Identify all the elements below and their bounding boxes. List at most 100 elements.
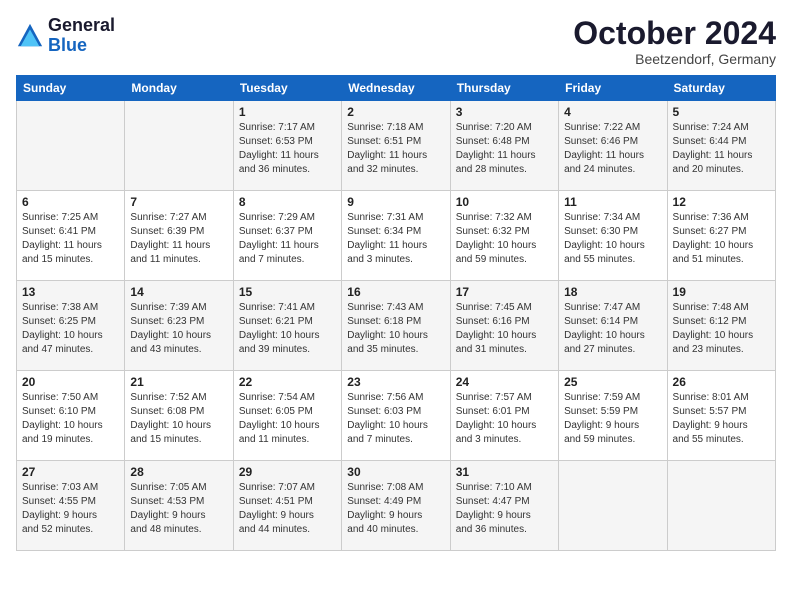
day-info: Sunrise: 7:07 AM Sunset: 4:51 PM Dayligh… [239, 481, 336, 537]
day-number: 31 [456, 465, 553, 479]
calendar-cell: 20 Sunrise: 7:50 AM Sunset: 6:10 PM Dayli… [17, 371, 125, 461]
calendar-header-row: SundayMondayTuesdayWednesdayThursdayFrid… [17, 76, 776, 101]
calendar-cell: 15Sunrise: 7:41 AM Sunset: 6:21 PM Dayli… [233, 281, 341, 371]
day-number: 27 [22, 465, 119, 479]
day-number: 9 [347, 195, 444, 209]
day-number: 13 [22, 285, 119, 299]
calendar-cell: 5 Sunrise: 7:24 AM Sunset: 6:44 PM Daylig… [667, 101, 775, 191]
day-info: Sunrise: 7:08 AM Sunset: 4:49 PM Dayligh… [347, 481, 444, 537]
calendar-cell: 8 Sunrise: 7:29 AM Sunset: 6:37 PM Daylig… [233, 191, 341, 281]
day-info: Sunrise: 7:34 AM Sunset: 6:30 PM Dayligh… [564, 211, 661, 267]
calendar-cell: 19 Sunrise: 7:48 AM Sunset: 6:12 PM Dayli… [667, 281, 775, 371]
day-number: 2 [347, 105, 444, 119]
day-number: 30 [347, 465, 444, 479]
day-info: Sunrise: 7:50 AM Sunset: 6:10 PM Dayligh… [22, 391, 119, 447]
calendar-cell: 11 Sunrise: 7:34 AM Sunset: 6:30 PM Dayli… [559, 191, 667, 281]
calendar-week-row: 20 Sunrise: 7:50 AM Sunset: 6:10 PM Dayli… [17, 371, 776, 461]
day-info: Sunrise: 7:43 AM Sunset: 6:18 PM Dayligh… [347, 301, 444, 357]
day-number: 10 [456, 195, 553, 209]
logo: General Blue [16, 16, 115, 56]
day-number: 26 [673, 375, 770, 389]
calendar-cell: 2 Sunrise: 7:18 AM Sunset: 6:51 PM Daylig… [342, 101, 450, 191]
day-number: 19 [673, 285, 770, 299]
day-info: Sunrise: 7:22 AM Sunset: 6:46 PM Dayligh… [564, 121, 661, 177]
day-number: 29 [239, 465, 336, 479]
calendar-cell: 26 Sunrise: 8:01 AM Sunset: 5:57 PM Dayli… [667, 371, 775, 461]
day-info: Sunrise: 7:47 AM Sunset: 6:14 PM Dayligh… [564, 301, 661, 357]
day-header-monday: Monday [125, 76, 233, 101]
calendar-cell: 9 Sunrise: 7:31 AM Sunset: 6:34 PM Daylig… [342, 191, 450, 281]
day-number: 18 [564, 285, 661, 299]
logo-icon [16, 22, 44, 50]
calendar-cell: 22Sunrise: 7:54 AM Sunset: 6:05 PM Dayli… [233, 371, 341, 461]
logo-text-line1: General [48, 16, 115, 36]
day-info: Sunrise: 7:17 AM Sunset: 6:53 PM Dayligh… [239, 121, 336, 177]
day-info: Sunrise: 7:18 AM Sunset: 6:51 PM Dayligh… [347, 121, 444, 177]
calendar-cell: 13 Sunrise: 7:38 AM Sunset: 6:25 PM Dayli… [17, 281, 125, 371]
day-number: 17 [456, 285, 553, 299]
day-number: 24 [456, 375, 553, 389]
day-number: 8 [239, 195, 336, 209]
calendar-cell: 7 Sunrise: 7:27 AM Sunset: 6:39 PM Daylig… [125, 191, 233, 281]
day-header-wednesday: Wednesday [342, 76, 450, 101]
calendar-cell: 14 Sunrise: 7:39 AM Sunset: 6:23 PM Dayli… [125, 281, 233, 371]
calendar-cell [17, 101, 125, 191]
calendar-cell [125, 101, 233, 191]
calendar-cell [667, 461, 775, 551]
day-info: Sunrise: 7:10 AM Sunset: 4:47 PM Dayligh… [456, 481, 553, 537]
calendar-week-row: 6 Sunrise: 7:25 AM Sunset: 6:41 PM Daylig… [17, 191, 776, 281]
day-number: 4 [564, 105, 661, 119]
day-info: Sunrise: 7:27 AM Sunset: 6:39 PM Dayligh… [130, 211, 227, 267]
day-info: Sunrise: 7:57 AM Sunset: 6:01 PM Dayligh… [456, 391, 553, 447]
day-info: Sunrise: 7:59 AM Sunset: 5:59 PM Dayligh… [564, 391, 661, 447]
day-number: 11 [564, 195, 661, 209]
day-number: 5 [673, 105, 770, 119]
day-number: 23 [347, 375, 444, 389]
calendar-week-row: 27 Sunrise: 7:03 AM Sunset: 4:55 PM Dayli… [17, 461, 776, 551]
page-header: General Blue October 2024 Beetzendorf, G… [16, 16, 776, 67]
day-info: Sunrise: 7:32 AM Sunset: 6:32 PM Dayligh… [456, 211, 553, 267]
day-info: Sunrise: 7:20 AM Sunset: 6:48 PM Dayligh… [456, 121, 553, 177]
day-info: Sunrise: 7:31 AM Sunset: 6:34 PM Dayligh… [347, 211, 444, 267]
month-year-title: October 2024 [573, 16, 776, 51]
calendar-cell: 29 Sunrise: 7:07 AM Sunset: 4:51 PM Dayli… [233, 461, 341, 551]
day-header-tuesday: Tuesday [233, 76, 341, 101]
day-number: 14 [130, 285, 227, 299]
day-info: Sunrise: 7:36 AM Sunset: 6:27 PM Dayligh… [673, 211, 770, 267]
calendar-week-row: 13 Sunrise: 7:38 AM Sunset: 6:25 PM Dayli… [17, 281, 776, 371]
day-header-sunday: Sunday [17, 76, 125, 101]
day-info: Sunrise: 7:38 AM Sunset: 6:25 PM Dayligh… [22, 301, 119, 357]
calendar-cell: 3 Sunrise: 7:20 AM Sunset: 6:48 PM Daylig… [450, 101, 558, 191]
day-info: Sunrise: 8:01 AM Sunset: 5:57 PM Dayligh… [673, 391, 770, 447]
calendar-cell: 25Sunrise: 7:59 AM Sunset: 5:59 PM Dayli… [559, 371, 667, 461]
day-number: 1 [239, 105, 336, 119]
calendar-cell: 10 Sunrise: 7:32 AM Sunset: 6:32 PM Dayli… [450, 191, 558, 281]
day-info: Sunrise: 7:45 AM Sunset: 6:16 PM Dayligh… [456, 301, 553, 357]
day-number: 7 [130, 195, 227, 209]
day-info: Sunrise: 7:39 AM Sunset: 6:23 PM Dayligh… [130, 301, 227, 357]
calendar-cell: 6 Sunrise: 7:25 AM Sunset: 6:41 PM Daylig… [17, 191, 125, 281]
day-info: Sunrise: 7:48 AM Sunset: 6:12 PM Dayligh… [673, 301, 770, 357]
day-number: 16 [347, 285, 444, 299]
calendar-cell: 27 Sunrise: 7:03 AM Sunset: 4:55 PM Dayli… [17, 461, 125, 551]
day-header-friday: Friday [559, 76, 667, 101]
day-info: Sunrise: 7:05 AM Sunset: 4:53 PM Dayligh… [130, 481, 227, 537]
day-number: 12 [673, 195, 770, 209]
day-number: 20 [22, 375, 119, 389]
day-info: Sunrise: 7:56 AM Sunset: 6:03 PM Dayligh… [347, 391, 444, 447]
calendar-table: SundayMondayTuesdayWednesdayThursdayFrid… [16, 75, 776, 551]
day-header-saturday: Saturday [667, 76, 775, 101]
logo-text-line2: Blue [48, 36, 115, 56]
calendar-cell: 24 Sunrise: 7:57 AM Sunset: 6:01 PM Dayli… [450, 371, 558, 461]
day-number: 6 [22, 195, 119, 209]
title-area: October 2024 Beetzendorf, Germany [573, 16, 776, 67]
day-number: 3 [456, 105, 553, 119]
day-info: Sunrise: 7:29 AM Sunset: 6:37 PM Dayligh… [239, 211, 336, 267]
calendar-cell: 17 Sunrise: 7:45 AM Sunset: 6:16 PM Dayli… [450, 281, 558, 371]
calendar-cell: 18 Sunrise: 7:47 AM Sunset: 6:14 PM Dayli… [559, 281, 667, 371]
day-info: Sunrise: 7:03 AM Sunset: 4:55 PM Dayligh… [22, 481, 119, 537]
day-info: Sunrise: 7:25 AM Sunset: 6:41 PM Dayligh… [22, 211, 119, 267]
day-number: 22 [239, 375, 336, 389]
day-info: Sunrise: 7:24 AM Sunset: 6:44 PM Dayligh… [673, 121, 770, 177]
day-number: 15 [239, 285, 336, 299]
